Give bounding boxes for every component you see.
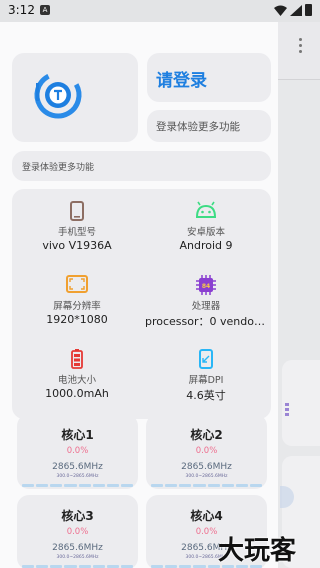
device-info-item: 屏幕分辨率 1920*1080 (12, 275, 142, 327)
login-prompt-strip[interactable]: 登录体验更多功能 (12, 151, 271, 181)
core-usage-bars (151, 484, 262, 487)
device-info-value: 1000.0mAh (45, 387, 109, 400)
overflow-menu-icon[interactable] (297, 38, 303, 56)
signal-icon (290, 5, 302, 16)
android-icon (195, 201, 217, 218)
core-frequency-range: 300.0~2865.6MHz (56, 555, 99, 560)
core-title: 核心4 (190, 509, 223, 523)
core-title: 核心1 (61, 428, 94, 442)
cpu-core-card[interactable]: 核心3 0.0% 2865.6MHz 300.0~2865.6MHz (17, 495, 138, 568)
app-logo-icon (34, 71, 82, 119)
core-usage: 0.0% (195, 446, 218, 456)
core-usage-bars (22, 484, 133, 487)
phone-icon (70, 201, 84, 221)
processor-icon: 84 (196, 275, 216, 295)
login-subtitle: 登录体验更多功能 (156, 121, 240, 133)
core-title: 核心3 (61, 509, 94, 523)
device-info-card: 手机型号 vivo V1936A 安卓版本 Android 9 屏幕分辨率 19… (12, 189, 271, 419)
core-frequency: 2865.6MHz (52, 462, 103, 472)
core-frequency: 2865.6MHz (181, 462, 232, 472)
cpu-core-card[interactable]: 核心2 0.0% 2865.6MHz 300.0~2865.6MHz (146, 414, 267, 489)
navigation-drawer: 请登录 登录体验更多功能 登录体验更多功能 手机型号 vivo V1936A 安… (0, 22, 278, 568)
status-time: 3:12 (8, 3, 35, 17)
core-title: 核心2 (190, 428, 223, 442)
device-info-item: 电池大小 1000.0mAh (12, 349, 142, 401)
screen-resolution-icon (66, 275, 88, 293)
device-info-value: Android 9 (179, 239, 233, 252)
device-info-value: 1920*1080 (46, 313, 108, 326)
core-usage: 0.0% (66, 527, 89, 537)
screen-dpi-icon (199, 349, 213, 369)
app-logo-card[interactable] (12, 53, 138, 142)
watermark-logo: 大玩客 (218, 536, 297, 566)
login-title: 请登录 (156, 71, 207, 91)
login-button[interactable]: 请登录 (147, 53, 271, 102)
device-info-item: 安卓版本 Android 9 (141, 201, 271, 253)
status-bar: 3:12 A (0, 0, 320, 22)
device-info-value: vivo V1936A (42, 239, 112, 252)
device-info-label: 屏幕DPI (188, 375, 224, 386)
battery-icon (71, 349, 83, 369)
device-info-label: 安卓版本 (186, 227, 225, 238)
device-info-item: 屏幕DPI 4.6英寸 (141, 349, 271, 402)
device-info-item: 手机型号 vivo V1936A (12, 201, 142, 253)
device-info-label: 电池大小 (57, 375, 96, 386)
login-prompt-text: 登录体验更多功能 (22, 163, 95, 173)
device-info-value: 4.6英寸 (186, 389, 226, 402)
device-info-label: 屏幕分辨率 (53, 301, 101, 312)
background-dots-icon (285, 403, 289, 419)
login-subtitle-card[interactable]: 登录体验更多功能 (147, 110, 271, 142)
cpu-core-card[interactable]: 核心1 0.0% 2865.6MHz 300.0~2865.6MHz (17, 414, 138, 489)
wifi-icon (274, 5, 287, 16)
core-frequency: 2865.6MHz (52, 543, 103, 553)
core-usage: 0.0% (66, 446, 89, 456)
notification-icon: A (40, 5, 50, 15)
core-frequency-range: 300.0~2865.6MHz (185, 474, 228, 479)
svg-text:84: 84 (202, 283, 210, 290)
device-info-label: 处理器 (191, 301, 221, 312)
core-frequency-range: 300.0~2865.6MHz (56, 474, 99, 479)
battery-status-icon (305, 4, 312, 16)
device-info-item: 84 处理器 processor：0 vendor_i... (141, 275, 271, 328)
device-info-value: processor：0 vendor_i... (145, 315, 271, 328)
device-info-label: 手机型号 (57, 227, 96, 238)
